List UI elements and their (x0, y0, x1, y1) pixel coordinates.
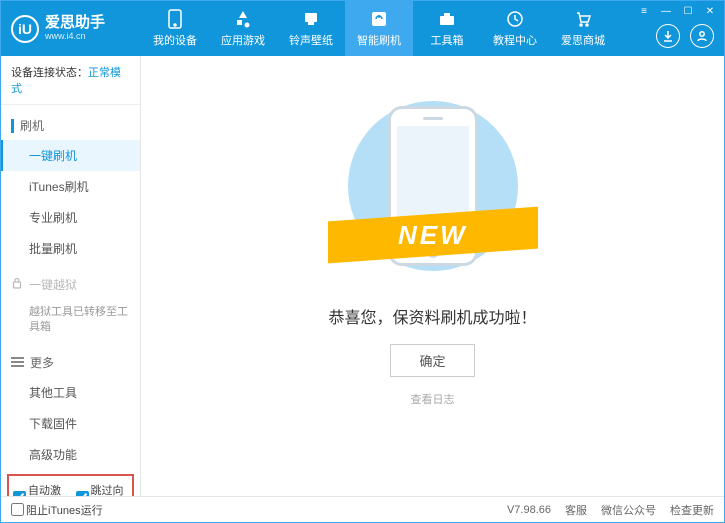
sidebar: 设备连接状态：正常模式 刷机 一键刷机 iTunes刷机 专业刷机 批量刷机 一… (1, 56, 141, 496)
flash-icon (369, 9, 389, 29)
nav-label: 应用游戏 (221, 32, 265, 48)
connection-status: 设备连接状态：正常模式 (1, 56, 140, 105)
sidebar-item-advanced[interactable]: 高级功能 (1, 439, 140, 470)
section-title: 刷机 (20, 117, 44, 134)
jailbreak-note: 越狱工具已转移至工具箱 (1, 299, 140, 342)
nav-my-device[interactable]: 我的设备 (141, 1, 209, 56)
nav-toolbox[interactable]: 工具箱 (413, 1, 481, 56)
jailbreak-header: 一键越狱 (1, 270, 140, 299)
nav-label: 铃声壁纸 (289, 32, 333, 48)
user-button[interactable] (690, 24, 714, 48)
footer-left: 阻止iTunes运行 (11, 502, 103, 518)
auto-activate-checkbox[interactable]: 自动激活 (13, 482, 66, 496)
lock-icon (11, 277, 23, 292)
success-message: 恭喜您，保资料刷机成功啦！ (328, 304, 536, 328)
nav-label: 智能刷机 (357, 32, 401, 48)
options-highlight: 自动激活 跳过向导 (7, 474, 134, 496)
sidebar-item-oneclick[interactable]: 一键刷机 (1, 140, 140, 171)
ribbon-text: NEW (398, 220, 468, 251)
version-text: V7.98.66 (507, 504, 551, 516)
jailbreak-section: 一键越狱 越狱工具已转移至工具箱 (1, 264, 140, 342)
nav-ringtones[interactable]: 铃声壁纸 (277, 1, 345, 56)
wechat-link[interactable]: 微信公众号 (601, 502, 656, 518)
more-section: 更多 其他工具 下载固件 高级功能 (1, 342, 140, 470)
sidebar-item-other[interactable]: 其他工具 (1, 377, 140, 408)
apps-icon (233, 9, 253, 29)
nav-store[interactable]: 爱思商城 (549, 1, 617, 56)
nav-label: 爱思商城 (561, 32, 605, 48)
app-title: 爱思助手 (45, 15, 105, 32)
cart-icon (573, 9, 593, 29)
flash-section: 刷机 一键刷机 iTunes刷机 专业刷机 批量刷机 (1, 105, 140, 264)
conn-label: 设备连接状态： (11, 67, 88, 79)
music-icon (301, 9, 321, 29)
main-content: NEW 恭喜您，保资料刷机成功啦！ 确定 查看日志 (141, 56, 724, 496)
nav-label: 工具箱 (431, 32, 464, 48)
book-icon (505, 9, 525, 29)
flash-header[interactable]: 刷机 (1, 111, 140, 140)
hamburger-icon (11, 357, 24, 367)
section-title: 更多 (30, 354, 54, 371)
settings-button[interactable]: ≡ (634, 3, 654, 19)
success-illustration: NEW (318, 96, 548, 276)
minimize-button[interactable]: — (656, 3, 676, 19)
sidebar-item-batch[interactable]: 批量刷机 (1, 233, 140, 264)
download-button[interactable] (656, 24, 680, 48)
maximize-button[interactable]: ☐ (678, 3, 698, 19)
more-header[interactable]: 更多 (1, 348, 140, 377)
cb-label: 跳过向导 (91, 482, 129, 496)
header-actions (656, 24, 714, 48)
nav-flash[interactable]: 智能刷机 (345, 1, 413, 56)
sidebar-item-pro[interactable]: 专业刷机 (1, 202, 140, 233)
logo-text: 爱思助手 www.i4.cn (45, 15, 105, 41)
cb-label: 自动激活 (28, 482, 66, 496)
nav-apps[interactable]: 应用游戏 (209, 1, 277, 56)
update-link[interactable]: 检查更新 (670, 502, 714, 518)
toolbox-icon (437, 9, 457, 29)
cb-label: 阻止iTunes运行 (26, 502, 103, 518)
app-window: iU 爱思助手 www.i4.cn 我的设备 应用游戏 铃声壁纸 智能刷机 (0, 0, 725, 523)
header: iU 爱思助手 www.i4.cn 我的设备 应用游戏 铃声壁纸 智能刷机 (1, 1, 724, 56)
close-button[interactable]: ✕ (700, 3, 720, 19)
section-title: 一键越狱 (29, 276, 77, 293)
sidebar-item-itunes[interactable]: iTunes刷机 (1, 171, 140, 202)
window-controls: ≡ — ☐ ✕ (634, 3, 720, 19)
sidebar-item-firmware[interactable]: 下载固件 (1, 408, 140, 439)
app-url: www.i4.cn (45, 32, 105, 42)
nav-label: 教程中心 (493, 32, 537, 48)
nav-tutorials[interactable]: 教程中心 (481, 1, 549, 56)
confirm-button[interactable]: 确定 (390, 344, 474, 377)
section-bar-icon (11, 119, 14, 133)
logo-icon: iU (11, 15, 39, 43)
footer-right: V7.98.66 客服 微信公众号 检查更新 (507, 502, 714, 518)
footer: 阻止iTunes运行 V7.98.66 客服 微信公众号 检查更新 (1, 496, 724, 522)
phone-icon (165, 9, 185, 29)
block-itunes-input[interactable] (11, 503, 24, 516)
block-itunes-checkbox[interactable]: 阻止iTunes运行 (11, 502, 103, 518)
service-link[interactable]: 客服 (565, 502, 587, 518)
view-log-link[interactable]: 查看日志 (411, 391, 455, 407)
body: 设备连接状态：正常模式 刷机 一键刷机 iTunes刷机 专业刷机 批量刷机 一… (1, 56, 724, 496)
logo-area: iU 爱思助手 www.i4.cn (1, 15, 141, 43)
nav-label: 我的设备 (153, 32, 197, 48)
skip-guide-checkbox[interactable]: 跳过向导 (76, 482, 129, 496)
